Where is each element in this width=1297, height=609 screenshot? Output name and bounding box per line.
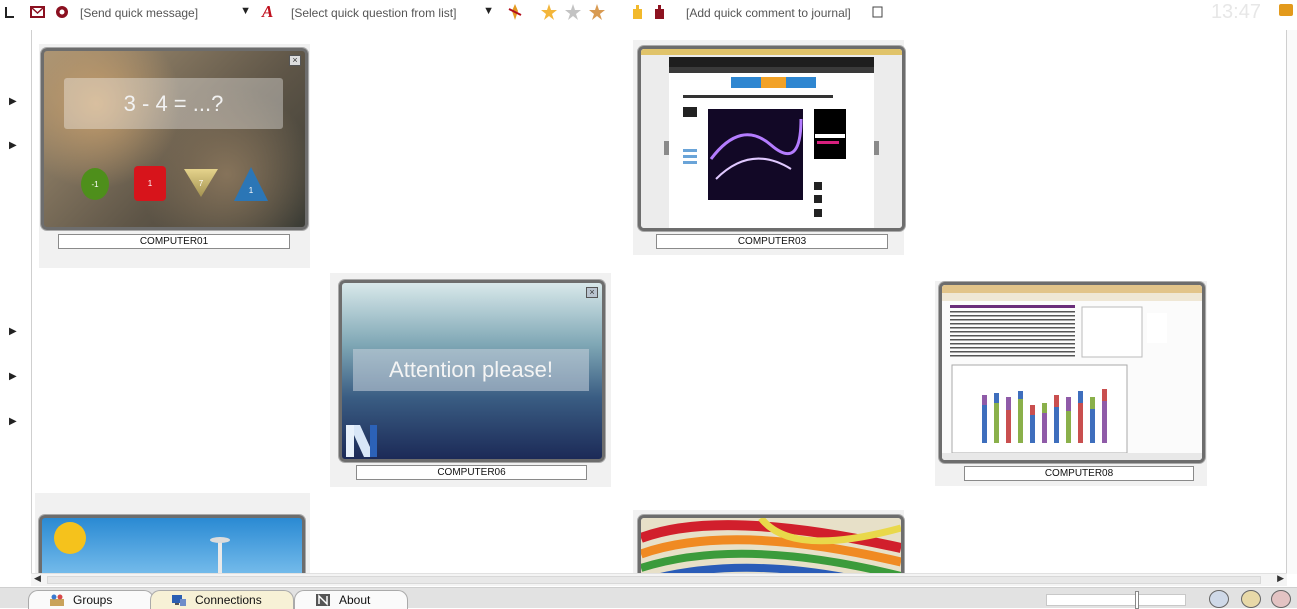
font-style-icon[interactable]: A: [262, 2, 280, 21]
tab-label: About: [339, 593, 371, 607]
spreadsheet-screenshot: [942, 285, 1202, 460]
star-gray-icon[interactable]: [564, 3, 582, 21]
quick-message-text: [Send quick message]: [80, 6, 199, 20]
computer-tile-03[interactable]: COMPUTER03: [633, 40, 905, 255]
screen-thumbnail[interactable]: [638, 515, 904, 574]
browser-screenshot: [641, 49, 902, 228]
attention-message: Attention please!: [353, 349, 589, 391]
left-rail: ▶ ▶ ▶ ▶ ▶: [0, 30, 30, 575]
chevron-down-icon[interactable]: ▼: [483, 5, 494, 17]
computer-tile-01[interactable]: × 3 - 4 = ...? -1 1 7 1 COMPUTER01: [39, 44, 310, 268]
screen-thumbnail[interactable]: [638, 46, 905, 231]
chevron-down-icon[interactable]: ▼: [240, 5, 251, 17]
computer-tile-partial[interactable]: [35, 493, 310, 574]
expand-row-icon[interactable]: ▶: [9, 326, 17, 337]
top-toolbar: [Send quick message] ▼ A [Select quick q…: [0, 0, 1297, 30]
expand-row-icon[interactable]: ▶: [9, 371, 17, 382]
tab-label: Groups: [73, 593, 113, 607]
tab-about[interactable]: About: [294, 590, 408, 609]
answer-triangle-up: 1: [234, 167, 268, 201]
answer-triangle-down: 7: [184, 169, 218, 197]
lock-screen-icon[interactable]: [54, 3, 70, 21]
stripes-wallpaper: [641, 518, 901, 574]
connections-icon: [172, 595, 186, 606]
tab-groups[interactable]: Groups: [28, 590, 154, 609]
skyline-wallpaper: [54, 522, 230, 574]
quiz-question: 3 - 4 = ...?: [64, 78, 283, 129]
notification-badge-icon[interactable]: [1279, 4, 1293, 16]
about-icon: [316, 594, 330, 606]
scroll-left-icon[interactable]: ◀: [34, 573, 41, 584]
quick-question-text: [Select quick question from list]: [291, 6, 457, 20]
star-bronze-icon[interactable]: [588, 3, 606, 21]
answer-oval: -1: [81, 168, 109, 200]
screen-thumbnail[interactable]: × Attention please!: [339, 280, 605, 462]
zoom-slider[interactable]: [1046, 591, 1186, 609]
zoom-slider-knob[interactable]: [1135, 591, 1139, 609]
tab-label: Connections: [195, 593, 262, 607]
quick-question-combo[interactable]: [Select quick question from list] ▼: [291, 4, 496, 22]
expand-row-icon[interactable]: ▶: [9, 140, 17, 151]
answer-square: 1: [134, 166, 166, 201]
quick-comment-field[interactable]: [Add quick comment to journal]: [686, 4, 866, 22]
vote-icon[interactable]: [506, 3, 524, 21]
message-icon[interactable]: [30, 3, 46, 21]
hand-down-icon[interactable]: [650, 3, 668, 21]
computer-tile-partial[interactable]: [633, 510, 904, 574]
connect-icon[interactable]: [1209, 590, 1229, 608]
expand-row-icon[interactable]: ▶: [9, 96, 17, 107]
calendar-icon[interactable]: [1271, 590, 1291, 608]
bottom-taskbar: Groups Connections About: [0, 587, 1297, 609]
user-icon[interactable]: [1241, 590, 1261, 608]
journal-icon[interactable]: [872, 3, 884, 21]
groups-icon: [50, 594, 64, 606]
scroll-right-icon[interactable]: ▶: [1277, 573, 1284, 584]
horizontal-scrollbar[interactable]: ◀ ▶: [31, 573, 1287, 586]
close-icon[interactable]: ×: [289, 55, 301, 66]
expand-row-icon[interactable]: ▶: [9, 416, 17, 427]
toolbar-corner-icon[interactable]: [4, 3, 16, 21]
star-gold-icon[interactable]: [540, 3, 558, 21]
tab-connections[interactable]: Connections: [150, 590, 294, 609]
hand-raise-icon[interactable]: [628, 3, 646, 21]
quick-comment-text: [Add quick comment to journal]: [686, 6, 851, 20]
screen-thumbnail[interactable]: × 3 - 4 = ...? -1 1 7 1: [41, 48, 308, 230]
vertical-scrollbar[interactable]: [1287, 30, 1297, 574]
computer-label: COMPUTER08: [964, 466, 1194, 481]
computer-tile-08[interactable]: COMPUTER08: [935, 281, 1207, 486]
clock: 13:47: [1210, 1, 1261, 23]
computer-label: COMPUTER03: [656, 234, 888, 249]
computer-label: COMPUTER01: [58, 234, 290, 249]
screen-thumbnail[interactable]: [39, 515, 305, 574]
netsupport-logo-icon: [346, 425, 377, 457]
screen-thumbnail[interactable]: [939, 282, 1205, 463]
thumbnails-area: × 3 - 4 = ...? -1 1 7 1 COMPUTER01 COMPU…: [31, 30, 1287, 574]
computer-tile-06[interactable]: × Attention please! COMPUTER06: [330, 273, 611, 487]
quick-message-combo[interactable]: [Send quick message] ▼: [80, 4, 253, 22]
computer-label: COMPUTER06: [356, 465, 587, 480]
scroll-thumb[interactable]: [47, 576, 1261, 584]
close-icon[interactable]: ×: [586, 287, 598, 298]
